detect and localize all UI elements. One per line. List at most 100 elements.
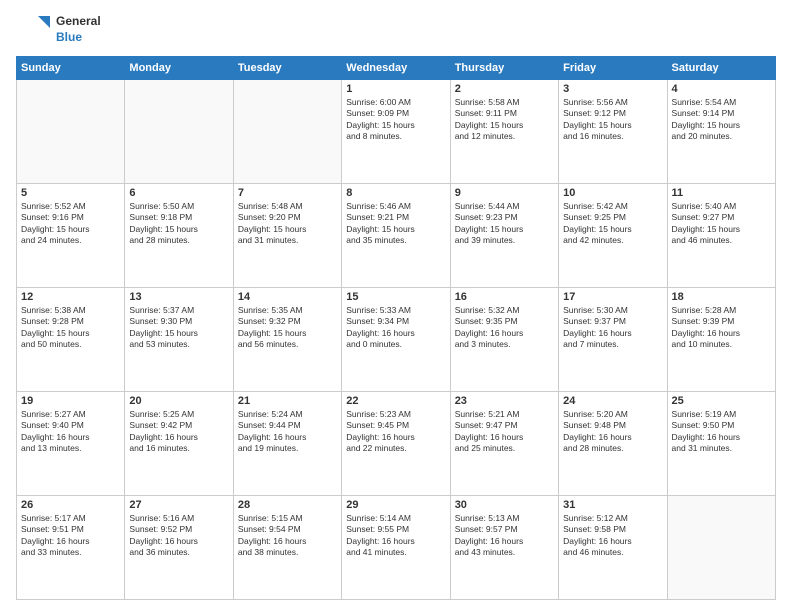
header: GeneralBlue: [16, 12, 776, 48]
day-info: Sunrise: 5:52 AM Sunset: 9:16 PM Dayligh…: [21, 201, 120, 247]
day-cell: 7 Sunrise: 5:48 AM Sunset: 9:20 PM Daylig…: [233, 184, 341, 288]
day-info: Sunrise: 5:33 AM Sunset: 9:34 PM Dayligh…: [346, 305, 445, 351]
day-number: 4: [672, 83, 771, 95]
calendar-table: SundayMondayTuesdayWednesdayThursdayFrid…: [16, 56, 776, 600]
day-cell: 2 Sunrise: 5:58 AM Sunset: 9:11 PM Daylig…: [450, 80, 558, 184]
day-info: Sunrise: 5:15 AM Sunset: 9:54 PM Dayligh…: [238, 513, 337, 559]
day-info: Sunrise: 5:21 AM Sunset: 9:47 PM Dayligh…: [455, 409, 554, 455]
day-cell: 24 Sunrise: 5:20 AM Sunset: 9:48 PM Dayli…: [559, 392, 667, 496]
day-number: 2: [455, 83, 554, 95]
day-cell: 20 Sunrise: 5:25 AM Sunset: 9:42 PM Dayli…: [125, 392, 233, 496]
day-cell: 12 Sunrise: 5:38 AM Sunset: 9:28 PM Dayli…: [17, 288, 125, 392]
day-cell: 26 Sunrise: 5:17 AM Sunset: 9:51 PM Dayli…: [17, 496, 125, 600]
weekday-thursday: Thursday: [450, 57, 558, 80]
day-number: 10: [563, 187, 662, 199]
day-number: 13: [129, 291, 228, 303]
logo-blue: Blue: [56, 30, 101, 46]
day-info: Sunrise: 5:37 AM Sunset: 9:30 PM Dayligh…: [129, 305, 228, 351]
day-info: Sunrise: 5:50 AM Sunset: 9:18 PM Dayligh…: [129, 201, 228, 247]
day-number: 24: [563, 395, 662, 407]
day-cell: 21Sunrise: 5:24 AM Sunset: 9:44 PM Dayli…: [233, 392, 341, 496]
day-number: 23: [455, 395, 554, 407]
day-number: 3: [563, 83, 662, 95]
day-info: Sunrise: 5:38 AM Sunset: 9:28 PM Dayligh…: [21, 305, 120, 351]
day-cell: [233, 80, 341, 184]
day-number: 29: [346, 499, 445, 511]
day-number: 14: [238, 291, 337, 303]
day-info: Sunrise: 5:42 AM Sunset: 9:25 PM Dayligh…: [563, 201, 662, 247]
day-cell: 17Sunrise: 5:30 AM Sunset: 9:37 PM Dayli…: [559, 288, 667, 392]
day-cell: 1Sunrise: 6:00 AM Sunset: 9:09 PM Daylig…: [342, 80, 450, 184]
day-cell: 11Sunrise: 5:40 AM Sunset: 9:27 PM Dayli…: [667, 184, 775, 288]
day-info: Sunrise: 5:48 AM Sunset: 9:20 PM Dayligh…: [238, 201, 337, 247]
day-info: Sunrise: 5:13 AM Sunset: 9:57 PM Dayligh…: [455, 513, 554, 559]
day-number: 28: [238, 499, 337, 511]
day-info: Sunrise: 5:23 AM Sunset: 9:45 PM Dayligh…: [346, 409, 445, 455]
day-info: Sunrise: 5:32 AM Sunset: 9:35 PM Dayligh…: [455, 305, 554, 351]
day-cell: 27 Sunrise: 5:16 AM Sunset: 9:52 PM Dayli…: [125, 496, 233, 600]
day-number: 26: [21, 499, 120, 511]
logo-general: General: [56, 14, 101, 30]
weekday-saturday: Saturday: [667, 57, 775, 80]
day-cell: 22 Sunrise: 5:23 AM Sunset: 9:45 PM Dayli…: [342, 392, 450, 496]
day-info: Sunrise: 5:17 AM Sunset: 9:51 PM Dayligh…: [21, 513, 120, 559]
day-cell: 25Sunrise: 5:19 AM Sunset: 9:50 PM Dayli…: [667, 392, 775, 496]
day-number: 7: [238, 187, 337, 199]
day-info: Sunrise: 5:25 AM Sunset: 9:42 PM Dayligh…: [129, 409, 228, 455]
day-info: Sunrise: 5:27 AM Sunset: 9:40 PM Dayligh…: [21, 409, 120, 455]
day-cell: 5Sunrise: 5:52 AM Sunset: 9:16 PM Daylig…: [17, 184, 125, 288]
day-cell: 13 Sunrise: 5:37 AM Sunset: 9:30 PM Dayli…: [125, 288, 233, 392]
day-info: Sunrise: 5:58 AM Sunset: 9:11 PM Dayligh…: [455, 97, 554, 143]
day-info: Sunrise: 5:54 AM Sunset: 9:14 PM Dayligh…: [672, 97, 771, 143]
day-number: 17: [563, 291, 662, 303]
day-info: Sunrise: 5:16 AM Sunset: 9:52 PM Dayligh…: [129, 513, 228, 559]
week-row-3: 19 Sunrise: 5:27 AM Sunset: 9:40 PM Dayli…: [17, 392, 776, 496]
day-cell: [125, 80, 233, 184]
week-row-2: 12 Sunrise: 5:38 AM Sunset: 9:28 PM Dayli…: [17, 288, 776, 392]
day-cell: 14 Sunrise: 5:35 AM Sunset: 9:32 PM Dayli…: [233, 288, 341, 392]
day-number: 30: [455, 499, 554, 511]
day-cell: 6 Sunrise: 5:50 AM Sunset: 9:18 PM Daylig…: [125, 184, 233, 288]
day-number: 16: [455, 291, 554, 303]
day-info: Sunrise: 5:14 AM Sunset: 9:55 PM Dayligh…: [346, 513, 445, 559]
day-number: 20: [129, 395, 228, 407]
weekday-sunday: Sunday: [17, 57, 125, 80]
day-number: 19: [21, 395, 120, 407]
day-number: 15: [346, 291, 445, 303]
day-number: 27: [129, 499, 228, 511]
logo-svg: [16, 12, 52, 48]
week-row-1: 5Sunrise: 5:52 AM Sunset: 9:16 PM Daylig…: [17, 184, 776, 288]
day-cell: [667, 496, 775, 600]
day-cell: 31 Sunrise: 5:12 AM Sunset: 9:58 PM Dayli…: [559, 496, 667, 600]
day-number: 22: [346, 395, 445, 407]
day-info: Sunrise: 5:40 AM Sunset: 9:27 PM Dayligh…: [672, 201, 771, 247]
day-info: Sunrise: 5:12 AM Sunset: 9:58 PM Dayligh…: [563, 513, 662, 559]
weekday-header-row: SundayMondayTuesdayWednesdayThursdayFrid…: [17, 57, 776, 80]
day-info: Sunrise: 5:35 AM Sunset: 9:32 PM Dayligh…: [238, 305, 337, 351]
day-cell: 23 Sunrise: 5:21 AM Sunset: 9:47 PM Dayli…: [450, 392, 558, 496]
page: GeneralBlue SundayMondayTuesdayWednesday…: [0, 0, 792, 612]
day-number: 21: [238, 395, 337, 407]
day-cell: 8Sunrise: 5:46 AM Sunset: 9:21 PM Daylig…: [342, 184, 450, 288]
day-number: 31: [563, 499, 662, 511]
day-info: Sunrise: 5:28 AM Sunset: 9:39 PM Dayligh…: [672, 305, 771, 351]
day-number: 25: [672, 395, 771, 407]
day-cell: 18 Sunrise: 5:28 AM Sunset: 9:39 PM Dayli…: [667, 288, 775, 392]
day-info: Sunrise: 5:20 AM Sunset: 9:48 PM Dayligh…: [563, 409, 662, 455]
weekday-monday: Monday: [125, 57, 233, 80]
day-number: 1: [346, 83, 445, 95]
day-number: 12: [21, 291, 120, 303]
day-number: 6: [129, 187, 228, 199]
day-cell: 29 Sunrise: 5:14 AM Sunset: 9:55 PM Dayli…: [342, 496, 450, 600]
day-number: 18: [672, 291, 771, 303]
day-cell: 30 Sunrise: 5:13 AM Sunset: 9:57 PM Dayli…: [450, 496, 558, 600]
day-cell: 3Sunrise: 5:56 AM Sunset: 9:12 PM Daylig…: [559, 80, 667, 184]
weekday-wednesday: Wednesday: [342, 57, 450, 80]
day-cell: 9Sunrise: 5:44 AM Sunset: 9:23 PM Daylig…: [450, 184, 558, 288]
week-row-0: 1Sunrise: 6:00 AM Sunset: 9:09 PM Daylig…: [17, 80, 776, 184]
day-cell: 10 Sunrise: 5:42 AM Sunset: 9:25 PM Dayli…: [559, 184, 667, 288]
day-cell: 28 Sunrise: 5:15 AM Sunset: 9:54 PM Dayli…: [233, 496, 341, 600]
day-info: Sunrise: 5:46 AM Sunset: 9:21 PM Dayligh…: [346, 201, 445, 247]
day-info: Sunrise: 5:44 AM Sunset: 9:23 PM Dayligh…: [455, 201, 554, 247]
logo: GeneralBlue: [16, 12, 101, 48]
